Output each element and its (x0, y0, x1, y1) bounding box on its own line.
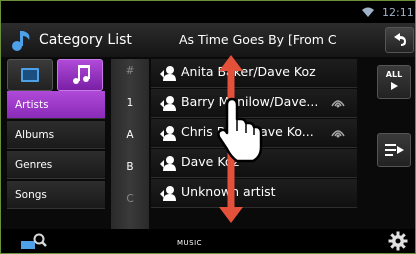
page-title: Category List (39, 32, 132, 48)
broadcast-icon (329, 124, 347, 144)
tab-video[interactable] (7, 59, 53, 91)
index-letter[interactable]: # (111, 65, 149, 77)
tab-music[interactable] (57, 59, 103, 91)
artist-icon (159, 184, 177, 206)
now-playing-list-icon (385, 144, 404, 156)
all-button[interactable]: ALL (377, 65, 411, 99)
alpha-index[interactable]: #1 A B C (111, 59, 149, 229)
search-icon (21, 233, 47, 249)
list-item-label: Barry Manilow/Dave... (181, 94, 319, 109)
list-item-label: Chris Botti/Dave Ko... (181, 124, 314, 139)
index-letter[interactable]: 1 (111, 97, 149, 109)
category-item-albums[interactable]: Albums (7, 121, 105, 149)
search-button[interactable] (15, 231, 51, 251)
list-item[interactable]: Barry Manilow/Dave... (151, 89, 357, 118)
right-panel: ALL (377, 59, 413, 229)
index-letter[interactable]: C (111, 193, 149, 205)
back-button[interactable] (385, 27, 414, 53)
app-window: 12:11 Category List As Time Goes By [Fro… (0, 0, 416, 254)
category-panel: Artists Albums Genres Songs (5, 59, 105, 225)
list-item-label: Dave Koz (181, 154, 240, 169)
list-item[interactable]: Dave Koz (151, 149, 357, 178)
artist-list: Anita Baker/Dave Koz Barry Manilow/Dave..… (151, 59, 357, 229)
artist-icon (159, 94, 177, 116)
artist-icon (159, 154, 177, 176)
settings-button[interactable] (385, 230, 411, 252)
wifi-icon (362, 7, 374, 17)
index-letter[interactable]: A (111, 129, 149, 141)
list-item-label: Unknown artist (181, 184, 276, 199)
list-item[interactable]: Anita Baker/Dave Koz (151, 59, 357, 88)
index-letter[interactable]: B (111, 161, 149, 173)
footer-bar: MUSIC (1, 229, 415, 253)
now-playing-list-button[interactable] (377, 133, 411, 167)
status-bar: 12:11 (1, 1, 415, 23)
category-item-artists[interactable]: Artists (7, 91, 105, 119)
category-item-genres[interactable]: Genres (7, 151, 105, 179)
music-note-icon (12, 31, 30, 51)
list-item-label: Anita Baker/Dave Koz (181, 64, 316, 79)
header-bar: Category List As Time Goes By [From C (1, 23, 415, 57)
broadcast-icon (329, 94, 347, 114)
gear-icon (388, 231, 408, 251)
video-icon (21, 68, 39, 82)
list-item[interactable]: Chris Botti/Dave Ko... (151, 119, 357, 148)
artist-icon (159, 124, 177, 146)
source-label: MUSIC (177, 239, 203, 247)
status-clock: 12:11 (382, 6, 414, 19)
play-triangle-icon (391, 82, 398, 90)
category-item-songs[interactable]: Songs (7, 181, 105, 209)
music-icon (73, 65, 90, 84)
now-playing-title: As Time Goes By [From C (179, 32, 337, 47)
list-item[interactable]: Unknown artist (151, 179, 357, 208)
artist-icon (159, 64, 177, 86)
back-arrow-icon (394, 33, 406, 46)
